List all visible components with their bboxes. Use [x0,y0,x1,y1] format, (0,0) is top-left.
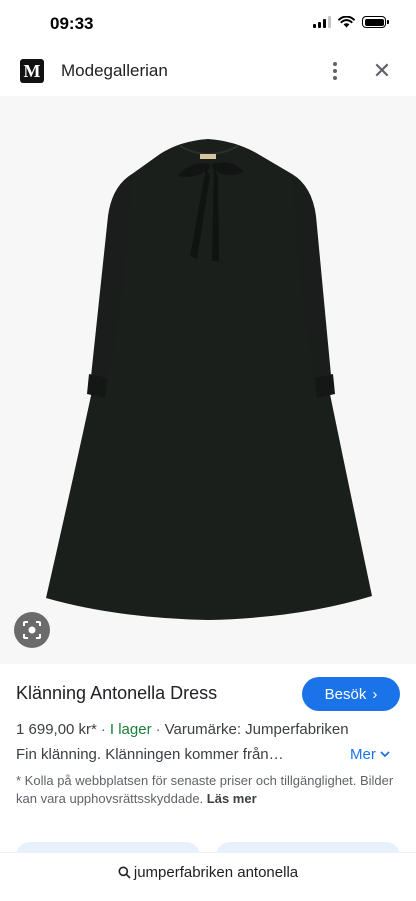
product-description: Fin klänning. Klänningen kommer från… [16,746,284,763]
status-icons [313,16,389,28]
product-image[interactable] [0,96,416,664]
status-bar: 09:33 [0,0,416,48]
dress-image [46,139,372,620]
app-header: M Modegallerian ✕ [0,48,416,96]
site-title[interactable]: Modegallerian [61,61,168,81]
lens-search-button[interactable] [14,612,50,648]
status-time: 09:33 [50,14,94,33]
visit-button[interactable]: Besök › [302,677,400,711]
more-options-icon[interactable] [323,58,347,84]
close-icon[interactable]: ✕ [370,58,394,84]
stock-status: I lager [109,721,152,738]
more-button[interactable]: Mer [350,746,390,763]
visit-label: Besök [324,685,367,703]
chevron-right-icon: › [372,685,378,703]
chevron-down-icon [380,751,390,758]
read-more-link[interactable]: Läs mer [207,791,257,806]
search-icon [118,866,131,879]
brand: Varumärke: Jumperfabriken [164,721,349,738]
battery-icon [362,16,389,28]
price: 1 699,00 kr* [16,721,97,738]
disclaimer: * Kolla på webbplatsen för senaste prise… [16,772,396,808]
product-title[interactable]: Klänning Antonella Dress [16,683,217,704]
bottom-search-bar[interactable]: jumperfabriken antonella [0,852,416,901]
wifi-icon [338,16,355,28]
product-meta: 1 699,00 kr* · I lager · Varumärke: Jumperfa… [16,721,349,738]
more-label: Mer [350,746,376,763]
site-logo[interactable]: M [20,59,44,83]
disclaimer-text: * Kolla på webbplatsen för senaste prise… [16,773,394,806]
search-query-text: jumperfabriken antonella [133,864,299,881]
camera-lens-icon [23,621,41,639]
search-query-row[interactable]: jumperfabriken antonella [0,864,416,881]
signal-icon [313,16,331,28]
